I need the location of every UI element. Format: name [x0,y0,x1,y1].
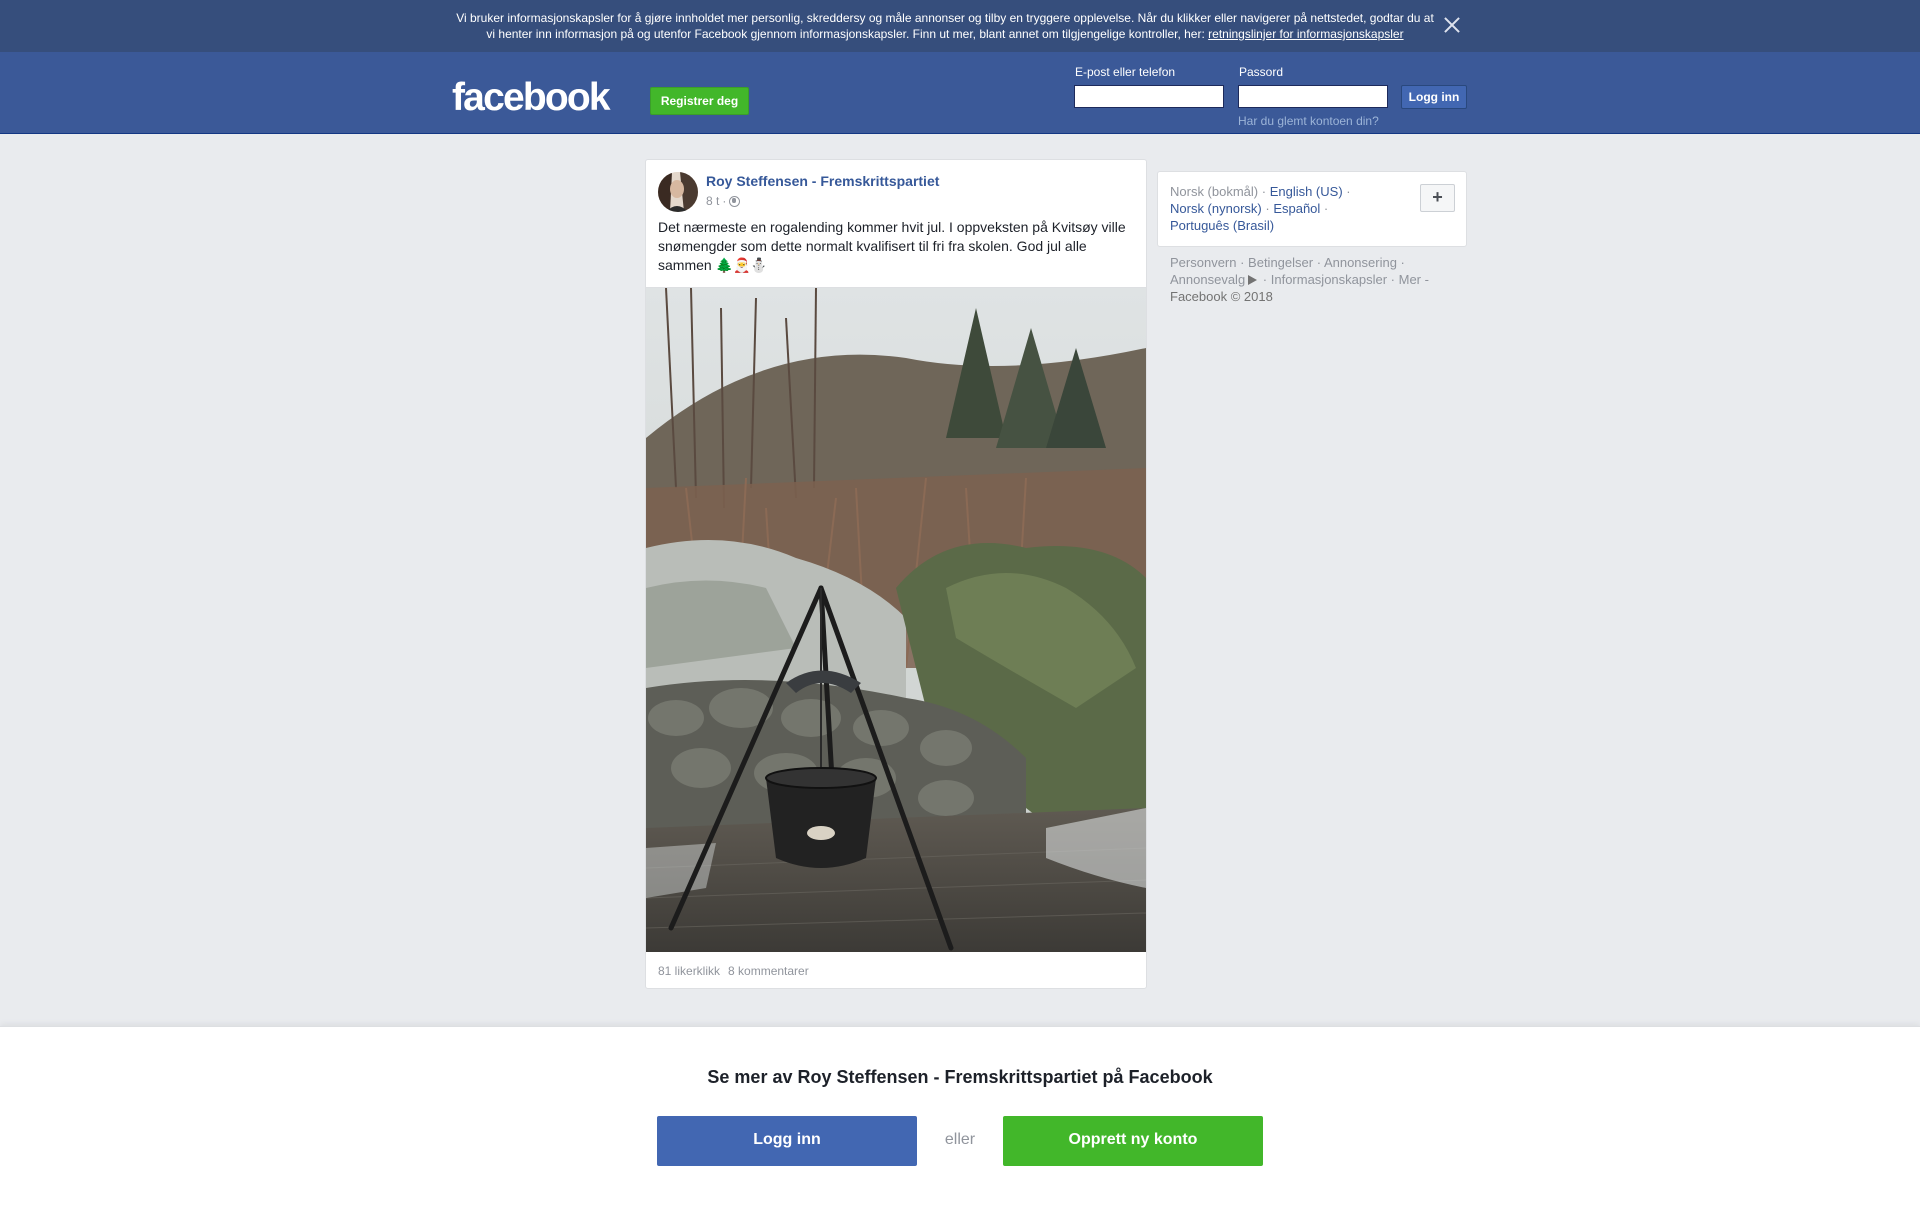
lang-nynorsk[interactable]: Norsk (nynorsk) [1170,201,1262,216]
post-author[interactable]: Roy Steffensen - Fremskrittspartiet [706,173,939,189]
footer-adchoices[interactable]: Annonsevalg [1170,272,1245,287]
language-list: Norsk (bokmål) · English (US) · Norsk (n… [1170,183,1370,234]
footer-links: Personvern · Betingelser · Annonsering ·… [1170,255,1429,304]
lang-portugues[interactable]: Português (Brasil) [1170,218,1274,233]
language-selector: Norsk (bokmål) · English (US) · Norsk (n… [1157,171,1467,247]
footer-advertising[interactable]: Annonsering [1324,255,1397,270]
password-label: Passord [1239,65,1284,79]
likes-count[interactable]: 81 likerklikk [658,964,720,978]
create-account-button[interactable]: Opprett ny konto [1003,1116,1263,1166]
cookie-banner: Vi bruker informasjonskapsler for å gjør… [0,0,1920,52]
post-meta: 8 t · [706,194,741,208]
or-separator: eller [944,1131,976,1148]
current-language: Norsk (bokmål) [1170,184,1259,199]
lang-sep: · [1320,201,1329,216]
register-button[interactable]: Registrer deg [650,87,749,115]
cookie-text: Vi bruker informasjonskapsler for å gjør… [452,10,1438,42]
footer-terms[interactable]: Betingelser [1248,255,1313,270]
email-field[interactable] [1074,85,1224,108]
signup-prompt-bar: Se mer av Roy Steffensen - Fremskrittspa… [0,1026,1920,1206]
globe-icon [729,195,741,207]
photo-illustration [646,288,1146,952]
post-stats: 81 likerklikk 8 kommentarer [658,964,809,978]
post-text: Det nærmeste en rogalending kommer hvit … [658,219,1126,273]
footer-cookies[interactable]: Informasjonskapsler [1271,272,1387,287]
password-field[interactable] [1238,85,1388,108]
lang-sep: · [1258,184,1270,199]
more-languages-button[interactable]: + [1420,184,1455,212]
meta-separator: · [722,194,727,208]
post-card: Roy Steffensen - Fremskrittspartiet 8 t … [645,159,1147,989]
footer-more[interactable]: Mer [1399,272,1421,287]
cookie-policy-link[interactable]: retningslinjer for informasjonskapsler [1208,27,1403,41]
signup-prompt-title: Se mer av Roy Steffensen - Fremskrittspa… [707,1067,1213,1087]
login-button[interactable]: Logg inn [1401,85,1467,109]
lang-sep: · [1342,184,1351,199]
avatar[interactable] [658,172,698,212]
email-label: E-post eller telefon [1075,65,1176,79]
more-suffix: - [1421,272,1429,287]
footer-privacy[interactable]: Personvern [1170,255,1236,270]
forgot-account-link[interactable]: Har du glemt kontoen din? [1238,114,1379,128]
lang-espanol[interactable]: Español [1273,201,1320,216]
facebook-logo[interactable]: facebook [452,76,611,120]
lang-sep: · [1261,201,1274,216]
copyright: Facebook © 2018 [1170,289,1273,304]
bottom-login-button[interactable]: Logg inn [657,1116,917,1166]
post-timestamp[interactable]: 8 t [706,194,719,208]
top-bar: facebook Registrer deg E-post eller tele… [0,52,1920,134]
lang-english-us[interactable]: English (US) [1270,184,1343,199]
comments-count[interactable]: 8 kommentarer [728,964,809,978]
adchoices-icon [1248,275,1258,285]
post-photo[interactable] [646,287,1146,952]
close-icon[interactable] [1443,16,1461,34]
